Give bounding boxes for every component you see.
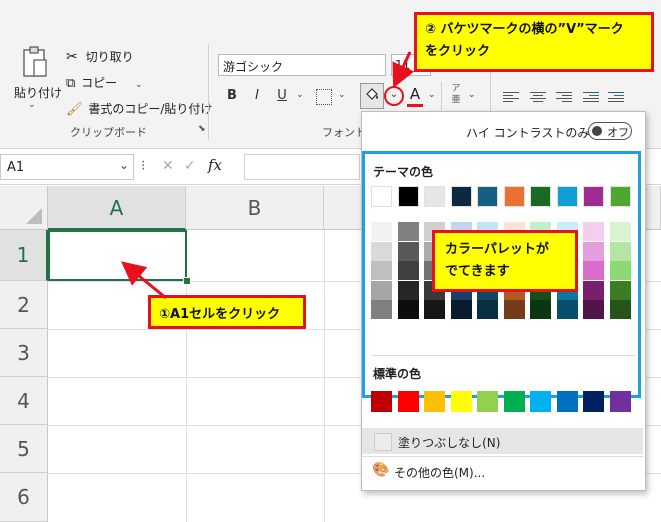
arrow-overlay	[121, 51, 415, 300]
arrow-to-cell-a1	[121, 261, 167, 300]
arrow-to-dropdown	[392, 51, 415, 89]
